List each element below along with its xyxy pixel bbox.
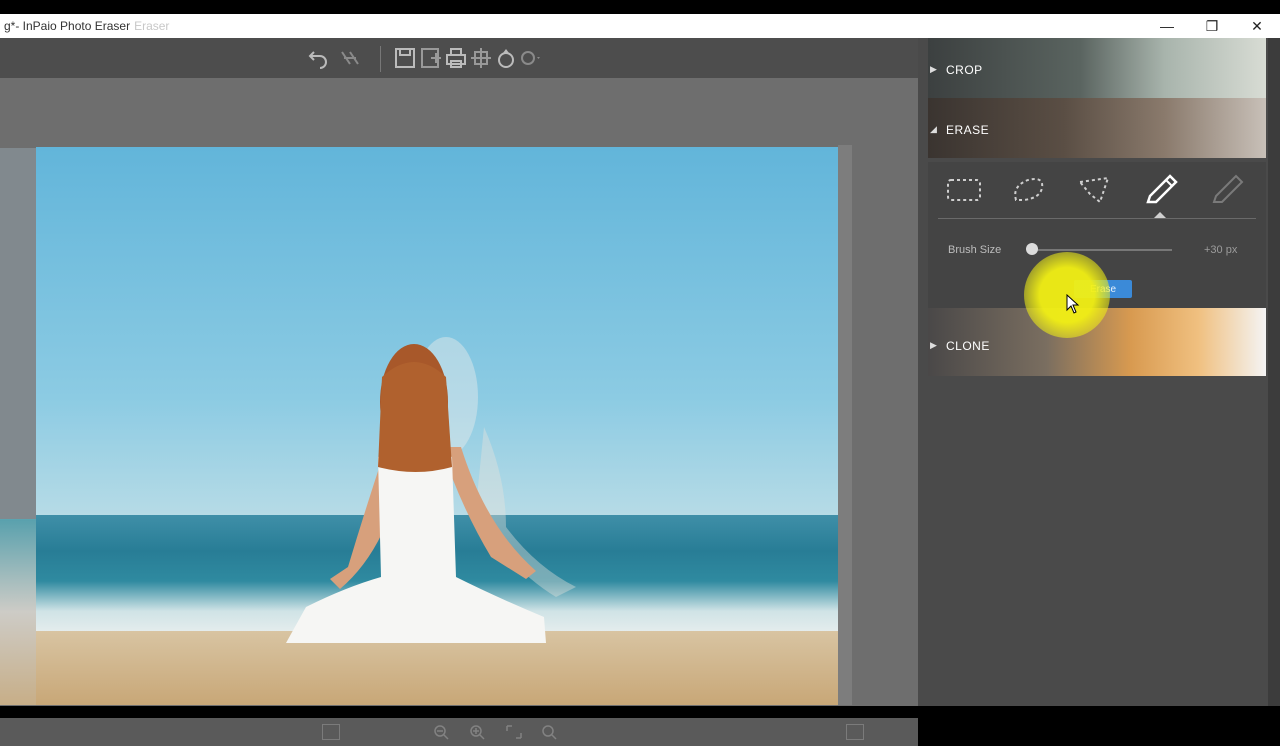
- pencil-icon[interactable]: [1138, 172, 1182, 208]
- clone-label: CLONE: [946, 339, 990, 353]
- photo-subject: [286, 337, 576, 643]
- brush-size-slider[interactable]: [1032, 249, 1172, 251]
- collapse-arrow-icon: ◢: [930, 124, 937, 134]
- crop-section[interactable]: ▶ CROP: [928, 38, 1266, 98]
- save-as-icon[interactable]: [419, 46, 443, 70]
- undo-icon[interactable]: [306, 46, 330, 70]
- photo-ghost-edge: [0, 519, 36, 705]
- panel-edge: [1268, 38, 1280, 706]
- restore-button[interactable]: ❐: [1189, 14, 1235, 38]
- crop-label: CROP: [946, 63, 983, 77]
- move-icon[interactable]: [469, 46, 493, 70]
- brush-size-label: Brush Size: [948, 244, 1002, 256]
- share-icon[interactable]: [494, 46, 518, 70]
- dropdown-icon[interactable]: [518, 46, 542, 70]
- expand-arrow-icon: ▶: [930, 64, 937, 74]
- rectangle-select-icon[interactable]: [942, 172, 986, 208]
- canvas-edge-right: [838, 145, 852, 705]
- title-bar: g*- InPaio Photo Eraser Eraser — ❐ ✕: [0, 14, 1280, 38]
- erase-section[interactable]: ◢ ERASE: [928, 98, 1266, 158]
- window-title: g*- InPaio Photo Eraser Eraser: [0, 19, 169, 33]
- app-window: ▶ CROP ◢ ERASE Brush Size +30 px ▶ CLONE: [0, 38, 1280, 746]
- brush-size-value: +30 px: [1204, 244, 1238, 256]
- status-bar: [0, 718, 918, 746]
- brush-size-slider-knob[interactable]: [1026, 243, 1038, 255]
- actual-size-icon[interactable]: [505, 724, 523, 740]
- window-title-ghost: Eraser: [134, 19, 170, 33]
- minimize-button[interactable]: —: [1144, 14, 1190, 38]
- zoom-in-icon[interactable]: [468, 724, 486, 740]
- erase-label: ERASE: [946, 123, 990, 137]
- lasso-select-icon[interactable]: [1006, 172, 1050, 208]
- fit-window-icon[interactable]: [540, 724, 558, 740]
- tool-panel: ▶ CROP ◢ ERASE Brush Size +30 px ▶ CLONE: [918, 38, 1268, 706]
- fit-view-icon[interactable]: [322, 724, 340, 740]
- toolbar: [0, 38, 918, 78]
- print-icon[interactable]: [444, 46, 468, 70]
- toolbar-separator: [380, 46, 381, 72]
- close-button[interactable]: ✕: [1234, 14, 1280, 38]
- mouse-cursor-icon: [1066, 294, 1080, 314]
- compare-icon[interactable]: [846, 724, 864, 740]
- save-icon[interactable]: [393, 46, 417, 70]
- polygon-lasso-icon[interactable]: [1072, 172, 1116, 208]
- tool-divider: [938, 218, 1256, 219]
- canvas-edge-shadow: [0, 148, 36, 520]
- photo-canvas[interactable]: [36, 147, 838, 705]
- zoom-out-icon[interactable]: [432, 724, 450, 740]
- screen: g*- InPaio Photo Eraser Eraser — ❐ ✕ ▶ C…: [0, 0, 1280, 746]
- active-tool-marker: [1154, 212, 1166, 218]
- canvas-area[interactable]: [0, 78, 918, 746]
- window-title-text: g*- InPaio Photo Eraser: [4, 19, 131, 33]
- eraser-pencil-icon[interactable]: [1204, 172, 1248, 208]
- redo-icon[interactable]: [338, 46, 362, 70]
- expand-arrow-icon: ▶: [930, 340, 937, 350]
